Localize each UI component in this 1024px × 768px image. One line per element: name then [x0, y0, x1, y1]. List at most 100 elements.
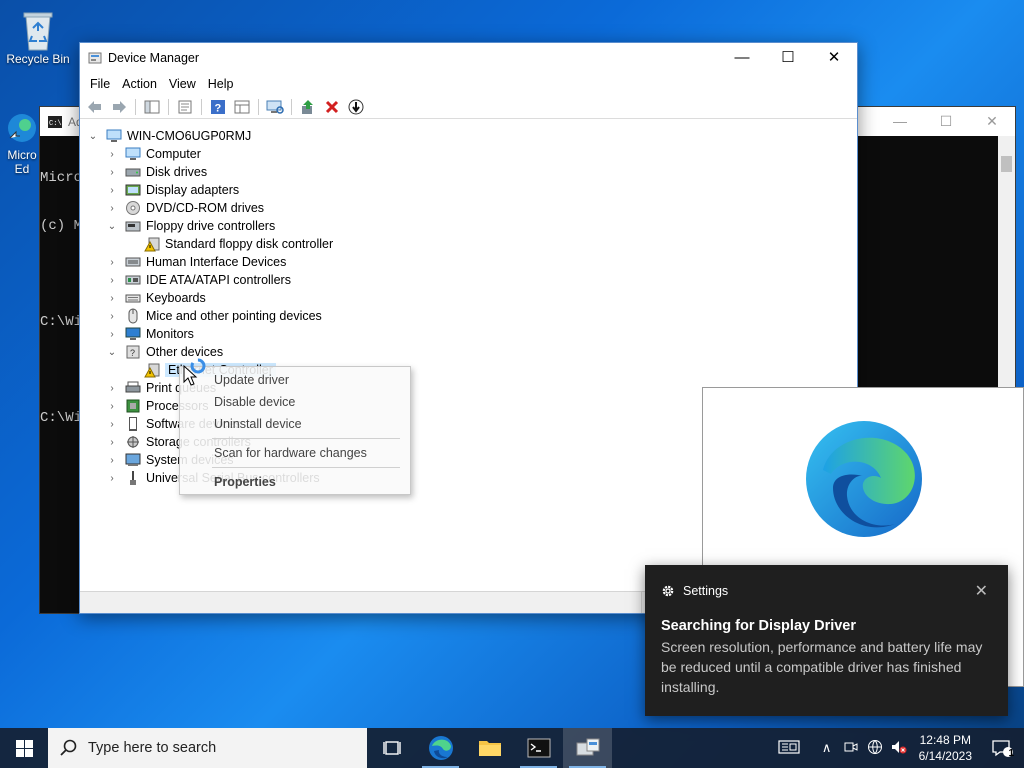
- edge-shortcut-label: Micro Ed: [7, 148, 37, 176]
- collapse-chevron-icon[interactable]: ⌄: [105, 221, 119, 232]
- warning-device-icon: [144, 362, 160, 378]
- tree-item-label: Computer: [146, 147, 201, 161]
- menu-item-scan-hardware[interactable]: Scan for hardware changes: [180, 442, 410, 464]
- device-manager-titlebar[interactable]: Device Manager — ☐ ✕: [80, 43, 857, 73]
- toolbar: ?: [80, 95, 857, 119]
- gear-icon: [662, 585, 674, 597]
- tree-item-dvd-cd-rom-drives[interactable]: › DVD/CD-ROM drives: [105, 199, 264, 217]
- expand-chevron-icon[interactable]: ›: [105, 257, 119, 268]
- taskbar-device-manager-button[interactable]: [563, 728, 612, 768]
- update-driver-button[interactable]: [297, 97, 319, 117]
- tree-item-disk-drives[interactable]: › Disk drives: [105, 163, 207, 181]
- expand-chevron-icon[interactable]: ›: [105, 275, 119, 286]
- search-box[interactable]: Type here to search: [48, 728, 367, 768]
- menu-file[interactable]: File: [84, 77, 116, 91]
- properties-button[interactable]: [174, 97, 196, 117]
- computer-icon: [106, 128, 122, 144]
- volume-muted-icon[interactable]: [887, 739, 911, 758]
- taskbar-command-prompt-button[interactable]: [514, 728, 563, 768]
- taskbar: Type here to search ∧ 12:48 PM 6/14/2023…: [0, 728, 1024, 768]
- help-button[interactable]: ?: [207, 97, 229, 117]
- back-button[interactable]: [84, 97, 106, 117]
- recycle-bin-icon: [18, 8, 58, 51]
- expand-chevron-icon[interactable]: ›: [105, 437, 119, 448]
- expand-chevron-icon[interactable]: ›: [105, 311, 119, 322]
- tree-root[interactable]: ⌄ WIN-CMO6UGP0RMJ: [86, 127, 252, 145]
- tree-item-mice-and-other-pointing-devices[interactable]: › Mice and other pointing devices: [105, 307, 322, 325]
- tree-item-keyboards[interactable]: › Keyboards: [105, 289, 205, 307]
- edge-shortcut-icon: [6, 112, 38, 144]
- cpu-icon: [125, 398, 141, 414]
- task-view-icon: [382, 741, 401, 755]
- tree-item-floppy-drive-controllers[interactable]: ⌄ Floppy drive controllers: [105, 217, 275, 235]
- show-hide-console-tree-button[interactable]: [141, 97, 163, 117]
- console-maximize-button[interactable]: ☐: [923, 113, 969, 130]
- tree-item-display-adapters[interactable]: › Display adapters: [105, 181, 239, 199]
- menu-item-update-driver[interactable]: Update driver: [180, 369, 410, 391]
- toolbar-separator: [291, 98, 292, 115]
- taskbar-file-explorer-button[interactable]: [465, 728, 514, 768]
- svg-text:C:\: C:\: [49, 120, 62, 128]
- expand-chevron-icon[interactable]: ›: [105, 167, 119, 178]
- edge-icon: [428, 736, 453, 760]
- menu-item-uninstall-device[interactable]: Uninstall device: [180, 413, 410, 435]
- expand-chevron-icon[interactable]: ›: [105, 455, 119, 466]
- expand-chevron-icon[interactable]: ›: [105, 473, 119, 484]
- close-button[interactable]: ✕: [811, 43, 857, 73]
- tree-item-ide-ata-atapi-controllers[interactable]: › IDE ATA/ATAPI controllers: [105, 271, 291, 289]
- expand-chevron-icon[interactable]: ›: [105, 419, 119, 430]
- dvd-icon: [125, 200, 141, 216]
- tree-item-computer[interactable]: › Computer: [105, 145, 201, 163]
- console-close-button[interactable]: ✕: [969, 113, 1015, 130]
- expand-chevron-icon[interactable]: ›: [105, 185, 119, 196]
- forward-button[interactable]: [108, 97, 130, 117]
- terminal-icon: [527, 738, 550, 758]
- clock[interactable]: 12:48 PM 6/14/2023: [911, 732, 980, 764]
- disk-icon: [125, 164, 141, 180]
- expand-chevron-icon[interactable]: ›: [105, 293, 119, 304]
- search-placeholder: Type here to search: [88, 740, 217, 756]
- menu-help[interactable]: Help: [202, 77, 240, 91]
- collapse-chevron-icon[interactable]: ⌄: [86, 131, 100, 142]
- start-button[interactable]: [0, 728, 48, 768]
- desktop-icon-recycle-bin[interactable]: Recycle Bin: [0, 8, 76, 66]
- console-scroll-thumb[interactable]: [1001, 156, 1012, 172]
- svg-text:?: ?: [215, 102, 222, 114]
- menu-item-properties[interactable]: Properties: [180, 471, 410, 493]
- expand-chevron-icon[interactable]: ›: [105, 149, 119, 160]
- tree-item-human-interface-devices[interactable]: › Human Interface Devices: [105, 253, 286, 271]
- tree-item-label: Other devices: [146, 345, 224, 359]
- folder-icon: [478, 741, 501, 756]
- desktop-icon-edge[interactable]: Micro Ed: [2, 112, 42, 176]
- enable-device-button[interactable]: [345, 97, 367, 117]
- console-icon: C:\: [48, 115, 62, 128]
- expand-chevron-icon[interactable]: ›: [105, 329, 119, 340]
- menu-action[interactable]: Action: [116, 77, 163, 91]
- menu-item-disable-device[interactable]: Disable device: [180, 391, 410, 413]
- maximize-button[interactable]: ☐: [765, 43, 811, 73]
- collapse-chevron-icon[interactable]: ⌄: [105, 347, 119, 358]
- expand-chevron-icon[interactable]: ›: [105, 383, 119, 394]
- tree-item-standard-floppy-disk-controller[interactable]: Standard floppy disk controller: [144, 235, 333, 253]
- network-globe-icon[interactable]: [863, 739, 887, 758]
- toast-close-button[interactable]: ✕: [975, 581, 988, 601]
- news-widget-icon[interactable]: [773, 739, 805, 757]
- storage-icon: [125, 434, 141, 450]
- task-view-button[interactable]: [367, 728, 416, 768]
- uninstall-device-button[interactable]: [321, 97, 343, 117]
- show-hidden-icons-chevron-up-icon[interactable]: ∧: [815, 740, 839, 756]
- toast-notification[interactable]: Settings ✕ Searching for Display Driver …: [645, 565, 1008, 716]
- tree-item-monitors[interactable]: › Monitors: [105, 325, 194, 343]
- minimize-button[interactable]: —: [719, 43, 765, 73]
- taskbar-edge-button[interactable]: [416, 728, 465, 768]
- view-button[interactable]: [231, 97, 253, 117]
- console-minimize-button[interactable]: —: [877, 113, 923, 130]
- expand-chevron-icon[interactable]: ›: [105, 401, 119, 412]
- busy-cursor-icon: [183, 358, 206, 386]
- action-center-button[interactable]: 1: [980, 738, 1024, 759]
- meet-now-icon[interactable]: [839, 740, 863, 757]
- expand-chevron-icon[interactable]: ›: [105, 203, 119, 214]
- menu-view[interactable]: View: [163, 77, 202, 91]
- scan-hardware-button[interactable]: [264, 97, 286, 117]
- menu-separator: [212, 438, 400, 439]
